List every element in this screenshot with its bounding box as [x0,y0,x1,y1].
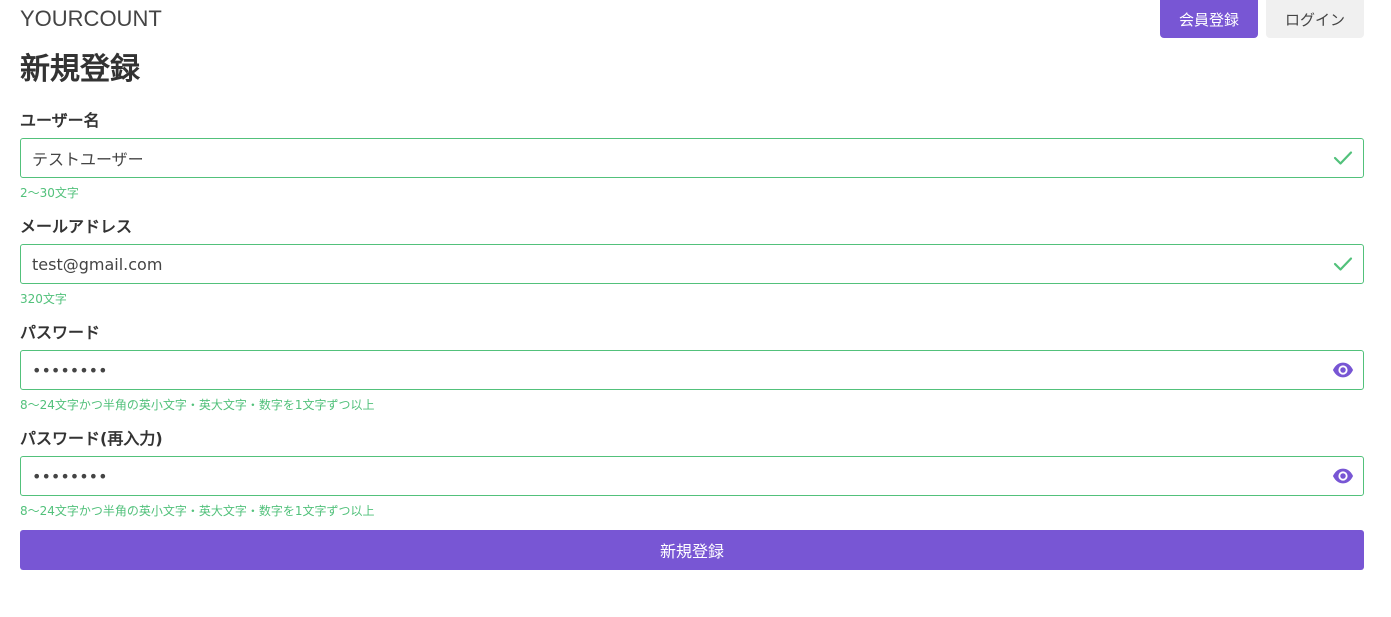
page-title: 新規登録 [20,52,140,87]
email-help: 320文字 [20,292,67,306]
username-input-wrapper [20,138,1364,178]
eye-icon[interactable] [1332,360,1354,380]
password-field-group: パスワード 8〜24文字かつ半角の英小文字・英大文字・数字を1文字ずつ以上 [20,319,1364,412]
email-field-group: メールアドレス 320文字 [20,213,1364,306]
password-confirm-input-wrapper [20,456,1364,496]
password-confirm-label: パスワード(再入力) [20,429,163,448]
register-button[interactable]: 会員登録 [1160,0,1258,38]
eye-icon[interactable] [1332,466,1354,486]
username-label: ユーザー名 [20,111,100,130]
login-button[interactable]: ログイン [1266,0,1364,38]
username-help: 2〜30文字 [20,186,79,200]
password-confirm-field-group: パスワード(再入力) 8〜24文字かつ半角の英小文字・英大文字・数字を1文字ずつ… [20,425,1364,518]
password-confirm-input[interactable] [21,457,1363,495]
email-label: メールアドレス [20,217,133,236]
check-icon [1333,151,1353,165]
submit-button[interactable]: 新規登録 [20,530,1364,570]
brand-logo[interactable]: YOURCOUNT [20,6,162,32]
check-icon [1333,257,1353,271]
password-label: パスワード [20,323,101,342]
email-input-wrapper [20,244,1364,284]
password-input-wrapper [20,350,1364,390]
password-input[interactable] [21,351,1363,389]
username-input[interactable] [21,139,1363,177]
password-help: 8〜24文字かつ半角の英小文字・英大文字・数字を1文字ずつ以上 [20,398,375,412]
username-field-group: ユーザー名 2〜30文字 [20,107,1364,200]
header-actions: 会員登録 ログイン [1160,0,1364,38]
password-confirm-help: 8〜24文字かつ半角の英小文字・英大文字・数字を1文字ずつ以上 [20,504,375,518]
email-input[interactable] [21,245,1363,283]
